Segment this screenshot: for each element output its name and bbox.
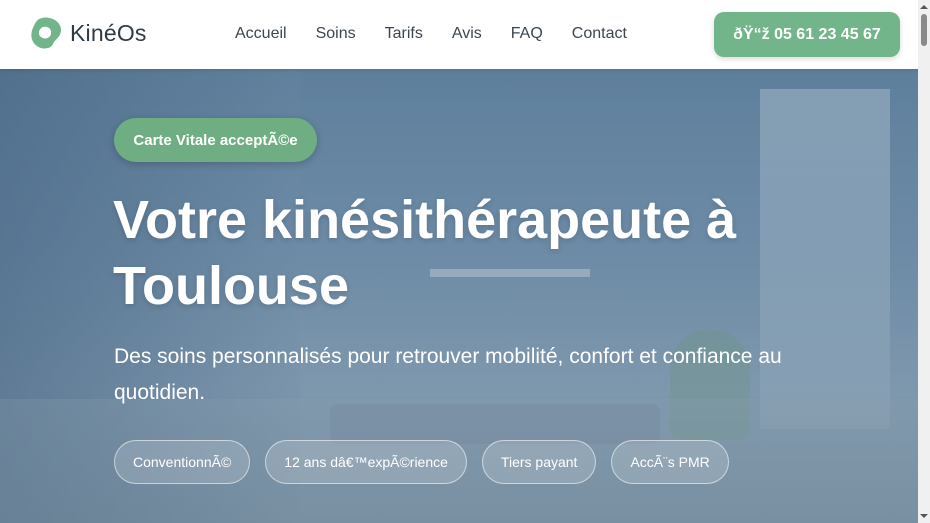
- feature-chips: ConventionnÃ© 12 ans dâ€™expÃ©rience Tie…: [114, 440, 729, 484]
- chip-tiers-payant: Tiers payant: [481, 440, 597, 484]
- hero-section: Carte Vitale acceptÃ©e Votre kinésithéra…: [0, 69, 918, 523]
- nav-link-tarifs[interactable]: Tarifs: [385, 24, 423, 44]
- nav-link-contact[interactable]: Contact: [572, 24, 627, 44]
- logo-text: KinéOs: [70, 19, 147, 46]
- hero-title: Votre kinésithérapeute à Toulouse: [113, 190, 737, 316]
- carte-vitale-badge: Carte Vitale acceptÃ©e: [114, 118, 317, 162]
- main-nav: Accueil Soins Tarifs Avis FAQ Contact: [235, 24, 627, 44]
- nav-link-accueil[interactable]: Accueil: [235, 24, 287, 44]
- scrollbar-thumb[interactable]: [921, 14, 927, 46]
- vertical-scrollbar[interactable]: [918, 0, 930, 523]
- chip-acces-pmr: AccÃ¨s PMR: [611, 440, 729, 484]
- chip-experience: 12 ans dâ€™expÃ©rience: [265, 440, 467, 484]
- scroll-down-arrow-icon[interactable]: [918, 511, 930, 521]
- hero-subtitle: Des soins personnalisés pour retrouver m…: [114, 345, 782, 404]
- scroll-up-arrow-icon[interactable]: [918, 2, 930, 12]
- nav-link-soins[interactable]: Soins: [316, 24, 356, 44]
- leaf-blob-logo-icon: [31, 17, 61, 49]
- nav-link-faq[interactable]: FAQ: [511, 24, 543, 44]
- logo[interactable]: KinéOs: [28, 15, 147, 51]
- chip-conventionne: ConventionnÃ©: [114, 440, 251, 484]
- phone-call-button[interactable]: ðŸ“ž 05 61 23 45 67: [714, 12, 900, 57]
- site-header: KinéOs Accueil Soins Tarifs Avis FAQ Con…: [0, 0, 918, 69]
- nav-link-avis[interactable]: Avis: [452, 24, 482, 44]
